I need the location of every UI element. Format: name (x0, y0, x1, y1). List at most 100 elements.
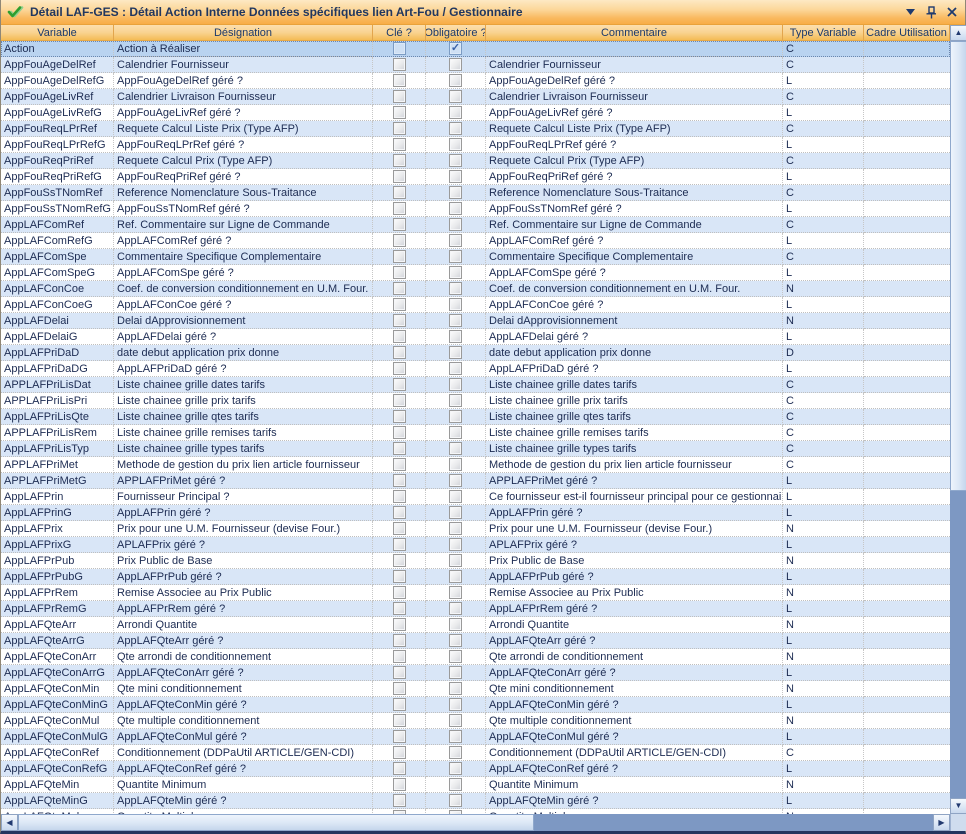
cle-checkbox[interactable] (393, 602, 406, 615)
obligatoire-checkbox[interactable] (449, 442, 462, 455)
table-row[interactable]: AppLAFDelaiDelai dApprovisionnementDelai… (1, 313, 950, 329)
obligatoire-checkbox[interactable] (449, 154, 462, 167)
cle-checkbox[interactable] (393, 458, 406, 471)
obligatoire-checkbox[interactable] (449, 346, 462, 359)
vertical-scrollbar-track[interactable] (950, 491, 966, 798)
cle-checkbox[interactable] (393, 170, 406, 183)
table-row[interactable]: AppFouSsTNomRefReference Nomenclature So… (1, 185, 950, 201)
table-row[interactable]: AppLAFPrixGAPLAFPrix géré ?APLAFPrix gér… (1, 537, 950, 553)
cle-checkbox[interactable] (393, 762, 406, 775)
obligatoire-checkbox[interactable] (449, 266, 462, 279)
obligatoire-checkbox[interactable] (449, 250, 462, 263)
obligatoire-checkbox[interactable] (449, 458, 462, 471)
cle-checkbox[interactable] (393, 362, 406, 375)
cle-checkbox[interactable] (393, 682, 406, 695)
cle-checkbox[interactable] (393, 490, 406, 503)
cle-checkbox[interactable] (393, 586, 406, 599)
obligatoire-checkbox[interactable] (449, 106, 462, 119)
table-row[interactable]: AppFouAgeDelRefGAppFouAgeDelRef géré ?Ap… (1, 73, 950, 89)
table-row[interactable]: AppLAFDelaiGAppLAFDelai géré ?AppLAFDela… (1, 329, 950, 345)
table-row[interactable]: APPLAFPriLisRemListe chainee grille remi… (1, 425, 950, 441)
cle-checkbox[interactable] (393, 442, 406, 455)
table-row[interactable]: AppLAFComSpeCommentaire Specifique Compl… (1, 249, 950, 265)
obligatoire-checkbox[interactable] (449, 474, 462, 487)
obligatoire-checkbox[interactable] (449, 410, 462, 423)
obligatoire-checkbox[interactable] (449, 698, 462, 711)
obligatoire-checkbox[interactable] (449, 554, 462, 567)
obligatoire-checkbox[interactable] (449, 74, 462, 87)
obligatoire-checkbox[interactable] (449, 218, 462, 231)
table-row[interactable]: AppLAFComRefGAppLAFComRef géré ?AppLAFCo… (1, 233, 950, 249)
obligatoire-checkbox[interactable] (449, 42, 462, 55)
table-row[interactable]: AppFouAgeLivRefCalendrier Livraison Four… (1, 89, 950, 105)
column-header-obligatoire[interactable]: Obligatoire ? (426, 25, 486, 40)
cle-checkbox[interactable] (393, 330, 406, 343)
cle-checkbox[interactable] (393, 410, 406, 423)
table-row[interactable]: AppLAFPriLisQteListe chainee grille qtes… (1, 409, 950, 425)
table-row[interactable]: AppLAFPrixPrix pour une U.M. Fournisseur… (1, 521, 950, 537)
obligatoire-checkbox[interactable] (449, 394, 462, 407)
obligatoire-checkbox[interactable] (449, 522, 462, 535)
cle-checkbox[interactable] (393, 730, 406, 743)
horizontal-scrollbar-track[interactable] (534, 814, 933, 831)
obligatoire-checkbox[interactable] (449, 714, 462, 727)
obligatoire-checkbox[interactable] (449, 298, 462, 311)
cle-checkbox[interactable] (393, 74, 406, 87)
cle-checkbox[interactable] (393, 474, 406, 487)
cle-checkbox[interactable] (393, 666, 406, 679)
obligatoire-checkbox[interactable] (449, 586, 462, 599)
table-row[interactable]: AppLAFComRefRef. Commentaire sur Ligne d… (1, 217, 950, 233)
obligatoire-checkbox[interactable] (449, 138, 462, 151)
table-row[interactable]: AppFouReqLPrRefGAppFouReqLPrRef géré ?Ap… (1, 137, 950, 153)
table-row[interactable]: AppLAFQteConArrGAppLAFQteConArr géré ?Ap… (1, 665, 950, 681)
scroll-left-icon[interactable]: ◀ (1, 814, 18, 831)
table-row[interactable]: AppLAFConCoeCoef. de conversion conditio… (1, 281, 950, 297)
vertical-scrollbar-thumb[interactable] (950, 41, 966, 491)
table-row[interactable]: AppLAFPriDaDGAppLAFPriDaD géré ?AppLAFPr… (1, 361, 950, 377)
table-row[interactable]: AppLAFPrRemRemise Associee au Prix Publi… (1, 585, 950, 601)
table-row[interactable]: AppLAFQteArrArrondi QuantiteArrondi Quan… (1, 617, 950, 633)
obligatoire-checkbox[interactable] (449, 330, 462, 343)
table-row[interactable]: AppLAFQteConArrQte arrondi de conditionn… (1, 649, 950, 665)
cle-checkbox[interactable] (393, 282, 406, 295)
obligatoire-checkbox[interactable] (449, 618, 462, 631)
cle-checkbox[interactable] (393, 90, 406, 103)
cle-checkbox[interactable] (393, 554, 406, 567)
cle-checkbox[interactable] (393, 506, 406, 519)
table-row[interactable]: AppFouReqPriRefRequete Calcul Prix (Type… (1, 153, 950, 169)
cle-checkbox[interactable] (393, 234, 406, 247)
table-row[interactable]: AppLAFQteConMinGAppLAFQteConMin géré ?Ap… (1, 697, 950, 713)
obligatoire-checkbox[interactable] (449, 282, 462, 295)
obligatoire-checkbox[interactable] (449, 90, 462, 103)
table-row[interactable]: AppLAFQteConMulQte multiple conditionnem… (1, 713, 950, 729)
table-row[interactable]: AppFouReqPriRefGAppFouReqPriRef géré ?Ap… (1, 169, 950, 185)
cle-checkbox[interactable] (393, 106, 406, 119)
scroll-down-icon[interactable]: ▼ (950, 798, 966, 814)
cle-checkbox[interactable] (393, 538, 406, 551)
obligatoire-checkbox[interactable] (449, 186, 462, 199)
column-header-commentaire[interactable]: Commentaire (486, 25, 783, 40)
scroll-up-icon[interactable]: ▲ (950, 25, 966, 41)
obligatoire-checkbox[interactable] (449, 202, 462, 215)
table-row[interactable]: ActionAction à RéaliserC (1, 41, 950, 57)
obligatoire-checkbox[interactable] (449, 538, 462, 551)
obligatoire-checkbox[interactable] (449, 170, 462, 183)
cle-checkbox[interactable] (393, 138, 406, 151)
table-row[interactable]: APPLAFPriMetMethode de gestion du prix l… (1, 457, 950, 473)
cle-checkbox[interactable] (393, 394, 406, 407)
obligatoire-checkbox[interactable] (449, 314, 462, 327)
table-row[interactable]: APPLAFPriMetGAPPLAFPriMet géré ?APPLAFPr… (1, 473, 950, 489)
cle-checkbox[interactable] (393, 570, 406, 583)
cle-checkbox[interactable] (393, 58, 406, 71)
window-dropdown-button[interactable] (903, 5, 917, 19)
cle-checkbox[interactable] (393, 618, 406, 631)
obligatoire-checkbox[interactable] (449, 58, 462, 71)
obligatoire-checkbox[interactable] (449, 602, 462, 615)
table-row[interactable]: AppLAFQteMinQuantite MinimumQuantite Min… (1, 777, 950, 793)
table-row[interactable]: AppFouSsTNomRefGAppFouSsTNomRef géré ?Ap… (1, 201, 950, 217)
obligatoire-checkbox[interactable] (449, 682, 462, 695)
cle-checkbox[interactable] (393, 378, 406, 391)
table-row[interactable]: AppLAFConCoeGAppLAFConCoe géré ?AppLAFCo… (1, 297, 950, 313)
cle-checkbox[interactable] (393, 698, 406, 711)
table-row[interactable]: APPLAFPriLisPriListe chainee grille prix… (1, 393, 950, 409)
